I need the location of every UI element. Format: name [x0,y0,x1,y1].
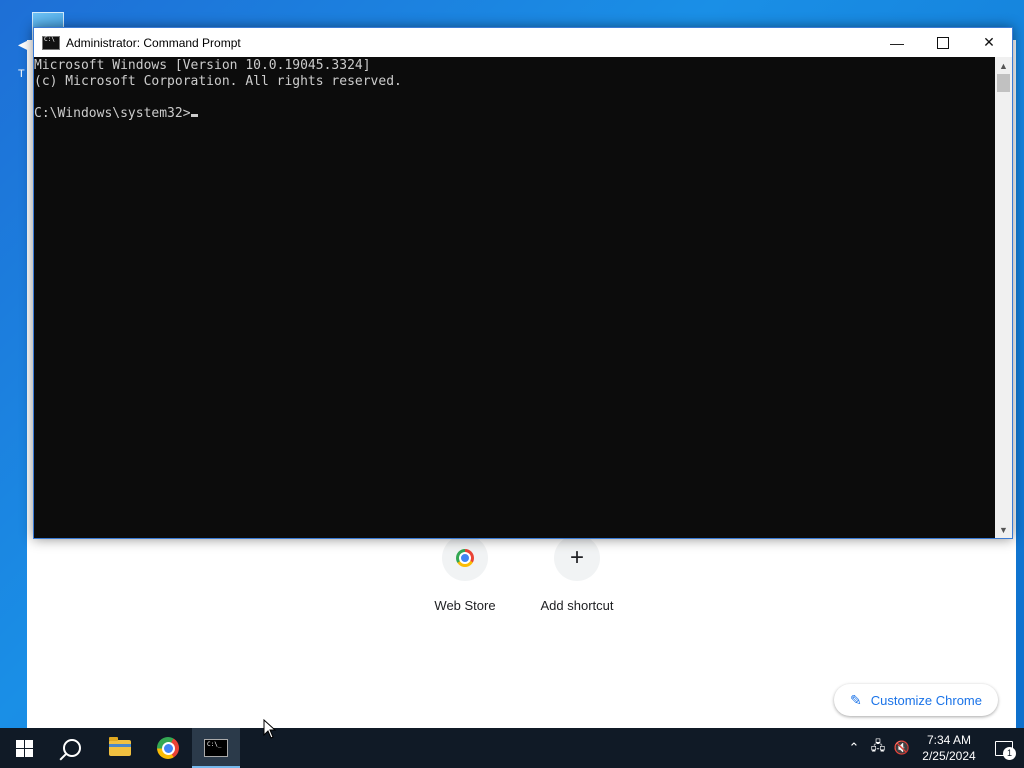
web-store-icon [456,549,474,567]
plus-icon: + [569,544,584,571]
text-cursor [190,114,198,117]
scroll-thumb[interactable] [997,74,1010,92]
desktop-icon-label: T [18,68,25,80]
shortcut-add[interactable]: + Add shortcut [522,535,632,613]
cmd-app-icon[interactable] [42,35,60,50]
volume-muted-icon[interactable]: 🔇 [890,740,914,756]
minimize-button[interactable]: — [874,28,920,57]
mouse-pointer-icon [263,719,277,739]
shortcut-web-store[interactable]: Web Store [410,535,520,613]
customize-chrome-button[interactable]: ✎ Customize Chrome [834,684,998,716]
command-prompt-window[interactable]: Administrator: Command Prompt — ✕ Micros… [33,27,1013,539]
scroll-down-icon[interactable]: ▼ [995,521,1012,538]
cmd-taskbar-button[interactable] [192,728,240,768]
action-center-button[interactable]: 1 [984,728,1024,768]
clock-time: 7:34 AM [926,733,972,747]
search-icon [63,739,81,757]
chevron-up-icon[interactable]: ⌃ [842,740,866,756]
clock[interactable]: 7:34 AM 2/25/2024 [914,732,984,764]
command-prompt-icon [204,739,228,757]
notification-badge: 1 [1003,747,1016,760]
file-explorer-button[interactable] [96,728,144,768]
title-bar[interactable]: Administrator: Command Prompt — ✕ [34,28,1012,57]
maximize-button[interactable] [920,28,966,57]
console-line: (c) Microsoft Corporation. All rights re… [34,74,402,89]
search-button[interactable] [48,728,96,768]
chrome-taskbar-button[interactable] [144,728,192,768]
chrome-icon [157,737,179,759]
maximize-icon [937,36,949,49]
console-prompt: C:\Windows\system32> [34,106,191,121]
windows-logo-icon [15,739,33,757]
shortcut-tile: + [554,535,600,581]
console-output[interactable]: Microsoft Windows [Version 10.0.19045.33… [34,57,995,538]
customize-chrome-label: Customize Chrome [870,692,982,708]
scroll-up-icon[interactable]: ▲ [995,57,1012,74]
system-tray: ⌃ 🖧 🔇 7:34 AM 2/25/2024 1 [842,728,1024,768]
pencil-icon: ✎ [850,691,862,708]
vertical-scrollbar[interactable]: ▲ ▼ [995,57,1012,538]
clock-date: 2/25/2024 [922,749,976,763]
start-button[interactable] [0,728,48,768]
shortcut-label: Add shortcut [540,598,614,613]
minimize-icon: — [890,34,904,51]
shortcut-tile [442,535,488,581]
folder-icon [109,737,131,756]
window-title: Administrator: Command Prompt [66,35,241,50]
taskbar: ⌃ 🖧 🔇 7:34 AM 2/25/2024 1 [0,728,1024,768]
close-button[interactable]: ✕ [966,28,1012,57]
network-icon[interactable]: 🖧 [866,737,890,759]
console-line: Microsoft Windows [Version 10.0.19045.33… [34,58,371,73]
shortcut-label: Web Store [434,598,496,613]
close-icon: ✕ [983,34,995,50]
